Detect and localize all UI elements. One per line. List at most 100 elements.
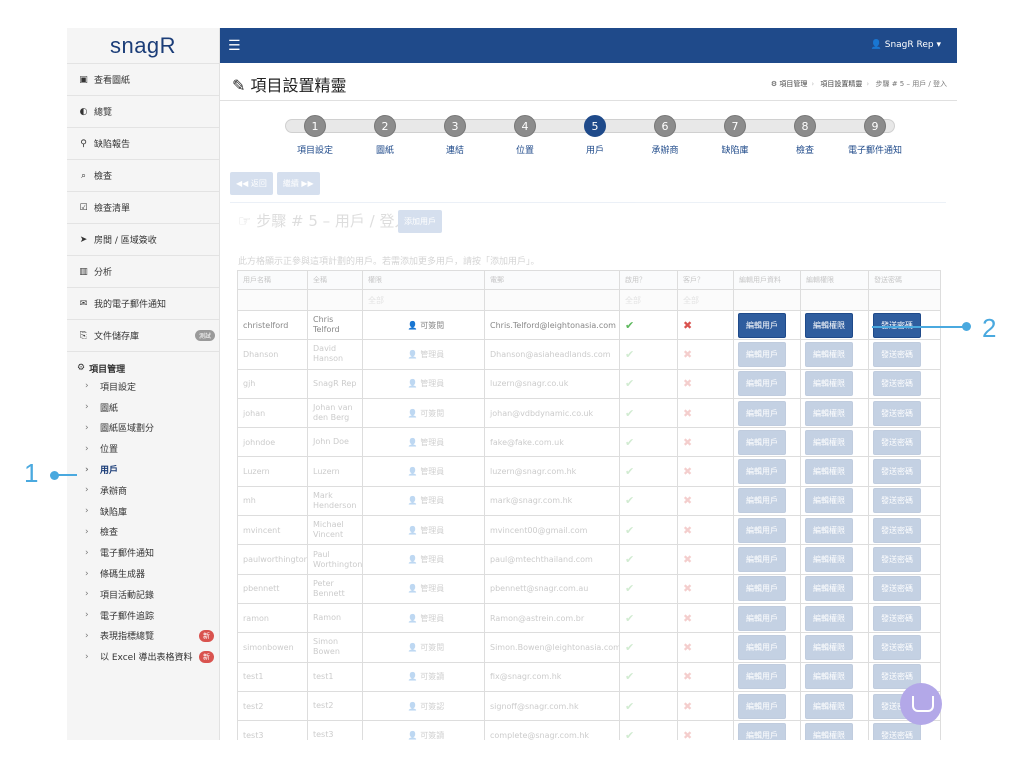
wizard-step[interactable]: 4 位置 (490, 115, 560, 156)
edit-permission-button[interactable]: 編輯權限 (805, 488, 853, 514)
column-header[interactable]: 編輯權限 (800, 270, 869, 290)
edit-user-button[interactable]: 編輯用戶 (738, 371, 786, 397)
edit-permission-button[interactable]: 編輯權限 (805, 341, 853, 367)
send-password-button[interactable]: 發送密碼 (873, 605, 921, 631)
wizard-step[interactable]: 7 缺陷庫 (700, 115, 770, 156)
sub-nav-item[interactable]: › 用戶 (67, 459, 219, 480)
chat-bubble-icon[interactable] (900, 683, 942, 725)
edit-permission-button[interactable]: 編輯權限 (805, 605, 853, 631)
send-password-button[interactable]: 發送密碼 (873, 459, 921, 485)
logo[interactable]: snagR (67, 28, 219, 63)
wizard-step[interactable]: 5 用戶 (560, 115, 630, 156)
user-menu[interactable]: 👤 SnagR Rep ▾ (871, 40, 941, 50)
back-button[interactable]: ◀◀ 返回 (230, 172, 273, 195)
edit-permission-button[interactable]: 編輯權限 (805, 429, 853, 455)
edit-permission-button[interactable]: 編輯權限 (805, 693, 853, 719)
edit-permission-button[interactable]: 編輯權限 (805, 634, 853, 660)
send-password-button[interactable]: 發送密碼 (873, 634, 921, 660)
send-password-button[interactable]: 發送密碼 (873, 488, 921, 514)
sub-nav-item[interactable]: › 電子郵件追踪 (67, 605, 219, 626)
hamburger-menu-icon[interactable]: ☰ (228, 38, 241, 54)
column-header[interactable]: 用戶名稱 (237, 270, 308, 290)
edit-permission-button[interactable]: 編輯權限 (805, 576, 853, 602)
edit-user-button[interactable]: 編輯用戶 (738, 634, 786, 660)
edit-user-button[interactable]: 編輯用戶 (738, 429, 786, 455)
send-password-button[interactable]: 發送密碼 (873, 547, 921, 573)
edit-permission-button[interactable]: 編輯權限 (805, 400, 853, 426)
edit-permission-button[interactable]: 編輯權限 (805, 722, 853, 740)
sub-nav-item[interactable]: › 條碼生成器 (67, 563, 219, 584)
edit-user-button[interactable]: 編輯用戶 (738, 488, 786, 514)
filter-select[interactable]: 全部 (683, 296, 699, 305)
sidebar-item[interactable]: ⎘ 文件儲存庫 測試 (67, 319, 219, 351)
filter-select[interactable]: 全部 (625, 296, 641, 305)
edit-user-button[interactable]: 編輯用戶 (738, 400, 786, 426)
filter-cell[interactable] (307, 289, 363, 311)
sub-nav-item[interactable]: › 電子郵件通知 (67, 542, 219, 563)
wizard-step[interactable]: 2 圖紙 (350, 115, 420, 156)
column-header[interactable]: 權限 (362, 270, 485, 290)
wizard-step[interactable]: 1 項目設定 (280, 115, 350, 156)
sidebar-item[interactable]: ▣ 查看圖紙 (67, 63, 219, 95)
sub-nav-item[interactable]: › 表現指標總覽 新 (67, 626, 219, 647)
breadcrumb-item[interactable]: 項目設置精靈 (820, 80, 862, 88)
sub-nav-item[interactable]: › 項目設定 (67, 376, 219, 397)
sub-nav-item[interactable]: › 檢查 (67, 522, 219, 543)
send-password-button[interactable]: 發送密碼 (873, 400, 921, 426)
sub-nav-item[interactable]: › 項目活動記錄 (67, 584, 219, 605)
edit-user-button[interactable]: 編輯用戶 (738, 664, 786, 690)
edit-permission-button[interactable]: 編輯權限 (805, 517, 853, 543)
wizard-step[interactable]: 6 承辦商 (630, 115, 700, 156)
edit-permission-button[interactable]: 編輯權限 (805, 371, 853, 397)
filter-cell[interactable]: 全部 (677, 289, 734, 311)
sub-nav-item[interactable]: › 圖紙區域劃分 (67, 418, 219, 439)
sidebar-item[interactable]: ➤ 房間 / 區域簽收 (67, 223, 219, 255)
sub-nav-item[interactable]: › 缺陷庫 (67, 501, 219, 522)
filter-cell[interactable] (237, 289, 308, 311)
column-header[interactable]: 客戶？ (677, 270, 734, 290)
edit-permission-button[interactable]: 編輯權限 (805, 459, 853, 485)
filter-cell[interactable] (484, 289, 620, 311)
send-password-button[interactable]: 發送密碼 (873, 341, 921, 367)
send-password-button[interactable]: 發送密碼 (873, 722, 921, 740)
column-header[interactable]: 編輯用戶資料 (733, 270, 801, 290)
edit-user-button[interactable]: 編輯用戶 (738, 576, 786, 602)
column-header[interactable]: 發送密碼 (868, 270, 941, 290)
project-management-header[interactable]: ⚙ 項目管理 (67, 360, 219, 376)
column-header[interactable]: 電郵 (484, 270, 620, 290)
edit-user-button[interactable]: 編輯用戶 (738, 312, 786, 338)
filter-select[interactable]: 全部 (368, 296, 384, 305)
sub-nav-item[interactable]: › 圖紙 (67, 397, 219, 418)
send-password-button[interactable]: 發送密碼 (873, 576, 921, 602)
wizard-step[interactable]: 3 連結 (420, 115, 490, 156)
edit-user-button[interactable]: 編輯用戶 (738, 693, 786, 719)
sidebar-item[interactable]: ▥ 分析 (67, 255, 219, 287)
column-header[interactable]: 全稱 (307, 270, 363, 290)
edit-user-button[interactable]: 編輯用戶 (738, 517, 786, 543)
edit-permission-button[interactable]: 編輯權限 (805, 664, 853, 690)
send-password-button[interactable]: 發送密碼 (873, 517, 921, 543)
edit-permission-button[interactable]: 編輯權限 (805, 312, 853, 338)
sidebar-item[interactable]: ✉ 我的電子郵件通知 (67, 287, 219, 319)
add-user-button[interactable]: 添加用戶 (398, 210, 442, 233)
send-password-button[interactable]: 發送密碼 (873, 429, 921, 455)
wizard-step[interactable]: 8 檢查 (770, 115, 840, 156)
send-password-button[interactable]: 發送密碼 (873, 371, 921, 397)
edit-user-button[interactable]: 編輯用戶 (738, 341, 786, 367)
filter-cell[interactable]: 全部 (619, 289, 678, 311)
sidebar-item[interactable]: ⌕ 檢查 (67, 159, 219, 191)
breadcrumb-item[interactable]: 項目管理 (779, 80, 807, 88)
next-button[interactable]: 繼續 ▶▶ (276, 172, 320, 195)
wizard-step[interactable]: 9 電子郵件通知 (840, 115, 910, 156)
edit-user-button[interactable]: 編輯用戶 (738, 605, 786, 631)
sub-nav-item[interactable]: › 以 Excel 導出表格資料新 (67, 646, 219, 667)
filter-cell[interactable]: 全部 (362, 289, 485, 311)
column-header[interactable]: 啟用？ (619, 270, 678, 290)
edit-user-button[interactable]: 編輯用戶 (738, 459, 786, 485)
edit-user-button[interactable]: 編輯用戶 (738, 722, 786, 740)
sub-nav-item[interactable]: › 承辦商 (67, 480, 219, 501)
sidebar-item[interactable]: ⚲ 缺陷報告 (67, 127, 219, 159)
sidebar-item[interactable]: ◐ 總覽 (67, 95, 219, 127)
edit-user-button[interactable]: 編輯用戶 (738, 547, 786, 573)
sub-nav-item[interactable]: › 位置 (67, 438, 219, 459)
